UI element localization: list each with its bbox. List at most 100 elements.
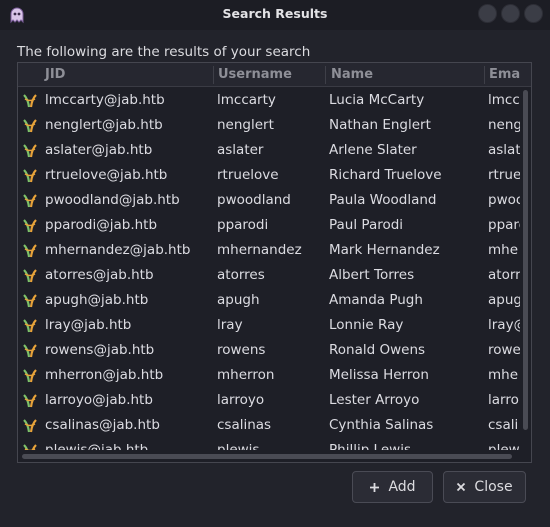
table-row[interactable]: plewis@jab.htb plewis Phillip Lewis plew xyxy=(18,438,531,450)
table-row[interactable]: apugh@jab.htb apugh Amanda Pugh apug xyxy=(18,288,531,313)
jabber-user-icon xyxy=(23,144,37,158)
jid-cell: pwoodland@jab.htb xyxy=(45,192,180,208)
horizontal-scroll-thumb[interactable] xyxy=(22,454,512,459)
username-cell: rtruelove xyxy=(217,167,279,183)
name-cell: Lonnie Ray xyxy=(329,317,404,333)
column-divider[interactable] xyxy=(213,66,214,84)
username-cell: nenglert xyxy=(217,117,274,133)
table-row[interactable]: pwoodland@jab.htb pwoodland Paula Woodland… xyxy=(18,188,531,213)
horizontal-scrollbar[interactable] xyxy=(18,450,520,462)
table-row[interactable]: nenglert@jab.htb nenglert Nathan Englert ne… xyxy=(18,113,531,138)
username-cell: apugh xyxy=(217,292,260,308)
column-header-email[interactable]: Ema xyxy=(489,67,520,82)
jabber-user-icon xyxy=(23,219,37,233)
email-cell: ppard xyxy=(488,217,520,233)
email-cell: apug xyxy=(488,292,520,308)
username-cell: mherron xyxy=(217,367,275,383)
table-row[interactable]: mhernandez@jab.htb mhernandez Mark Hernand… xyxy=(18,238,531,263)
jabber-user-icon xyxy=(23,269,37,283)
username-cell: lray xyxy=(217,317,243,333)
name-cell: Amanda Pugh xyxy=(329,292,423,308)
username-cell: lmccarty xyxy=(217,92,276,108)
email-cell: atorr xyxy=(488,267,520,283)
jabber-user-icon xyxy=(23,369,37,383)
column-divider[interactable] xyxy=(325,66,326,84)
close-window-button[interactable] xyxy=(524,4,543,23)
email-cell: rowe xyxy=(488,342,520,358)
username-cell: larroyo xyxy=(217,392,265,408)
minimize-button[interactable] xyxy=(478,4,497,23)
name-cell: Lucia McCarty xyxy=(329,92,425,108)
name-cell: Cynthia Salinas xyxy=(329,417,434,433)
name-cell: Albert Torres xyxy=(329,267,415,283)
add-button[interactable]: Add xyxy=(352,471,433,503)
vertical-scrollbar[interactable] xyxy=(520,88,531,450)
results-table[interactable]: JID Username Name Ema lmccarty@jab.htb lm… xyxy=(17,62,532,463)
email-cell: nengl xyxy=(488,117,520,133)
window-title: Search Results xyxy=(222,6,328,21)
table-row[interactable]: lray@jab.htb lray Lonnie Ray lray@ xyxy=(18,313,531,338)
close-button[interactable]: Close xyxy=(443,471,526,503)
jabber-user-icon xyxy=(23,169,37,183)
results-caption: The following are the results of your se… xyxy=(17,44,311,60)
table-row[interactable]: lmccarty@jab.htb lmccarty Lucia McCarty lmc… xyxy=(18,88,531,113)
name-cell: Paul Parodi xyxy=(329,217,404,233)
table-row[interactable]: larroyo@jab.htb larroyo Lester Arroyo larro xyxy=(18,388,531,413)
email-cell: aslate xyxy=(488,142,520,158)
username-cell: aslater xyxy=(217,142,264,158)
email-cell: mhe xyxy=(488,367,519,383)
column-divider[interactable] xyxy=(484,66,485,84)
jabber-user-icon xyxy=(23,344,37,358)
email-cell: plew xyxy=(488,442,520,450)
jid-cell: aslater@jab.htb xyxy=(45,142,153,158)
jid-cell: larroyo@jab.htb xyxy=(45,392,153,408)
jid-cell: rtruelove@jab.htb xyxy=(45,167,168,183)
add-button-label: Add xyxy=(388,479,416,495)
jabber-user-icon xyxy=(23,394,37,408)
jid-cell: rowens@jab.htb xyxy=(45,342,155,358)
table-row[interactable]: mherron@jab.htb mherron Melissa Herron mhe xyxy=(18,363,531,388)
name-cell: Paula Woodland xyxy=(329,192,437,208)
name-cell: Richard Truelove xyxy=(329,167,442,183)
table-body: lmccarty@jab.htb lmccarty Lucia McCarty lmc… xyxy=(18,88,531,450)
jabber-user-icon xyxy=(23,319,37,333)
table-row[interactable]: rtruelove@jab.htb rtruelove Richard Truelo… xyxy=(18,163,531,188)
jid-cell: lmccarty@jab.htb xyxy=(45,92,165,108)
maximize-button[interactable] xyxy=(501,4,520,23)
username-cell: pparodi xyxy=(217,217,269,233)
email-cell: lmcca xyxy=(488,92,520,108)
name-cell: Phillip Lewis xyxy=(329,442,411,450)
jid-cell: atorres@jab.htb xyxy=(45,267,154,283)
username-cell: atorres xyxy=(217,267,265,283)
table-row[interactable]: pparodi@jab.htb pparodi Paul Parodi ppard xyxy=(18,213,531,238)
column-header-username[interactable]: Username xyxy=(218,67,292,82)
table-row[interactable]: csalinas@jab.htb csalinas Cynthia Salinas c… xyxy=(18,413,531,438)
jid-cell: apugh@jab.htb xyxy=(45,292,149,308)
column-header-name[interactable]: Name xyxy=(331,67,373,82)
jid-cell: nenglert@jab.htb xyxy=(45,117,163,133)
table-header: JID Username Name Ema xyxy=(18,63,531,87)
jabber-user-icon xyxy=(23,119,37,133)
table-row[interactable]: aslater@jab.htb aslater Arlene Slater aslat… xyxy=(18,138,531,163)
username-cell: pwoodland xyxy=(217,192,291,208)
table-row[interactable]: rowens@jab.htb rowens Ronald Owens rowe xyxy=(18,338,531,363)
vertical-scroll-thumb[interactable] xyxy=(523,90,528,430)
username-cell: rowens xyxy=(217,342,266,358)
name-cell: Mark Hernandez xyxy=(329,242,440,258)
table-row[interactable]: atorres@jab.htb atorres Albert Torres atorr xyxy=(18,263,531,288)
username-cell: mhernandez xyxy=(217,242,302,258)
name-cell: Lester Arroyo xyxy=(329,392,420,408)
jid-cell: plewis@jab.htb xyxy=(45,442,149,450)
column-header-jid[interactable]: JID xyxy=(45,67,65,82)
jabber-user-icon xyxy=(23,294,37,308)
jabber-user-icon xyxy=(23,244,37,258)
jid-cell: csalinas@jab.htb xyxy=(45,417,160,433)
jabber-user-icon xyxy=(23,444,37,450)
username-cell: plewis xyxy=(217,442,260,450)
email-cell: larro xyxy=(488,392,519,408)
email-cell: rtruel xyxy=(488,167,520,183)
jid-cell: lray@jab.htb xyxy=(45,317,132,333)
name-cell: Melissa Herron xyxy=(329,367,429,383)
jabber-user-icon xyxy=(23,94,37,108)
jid-cell: pparodi@jab.htb xyxy=(45,217,158,233)
